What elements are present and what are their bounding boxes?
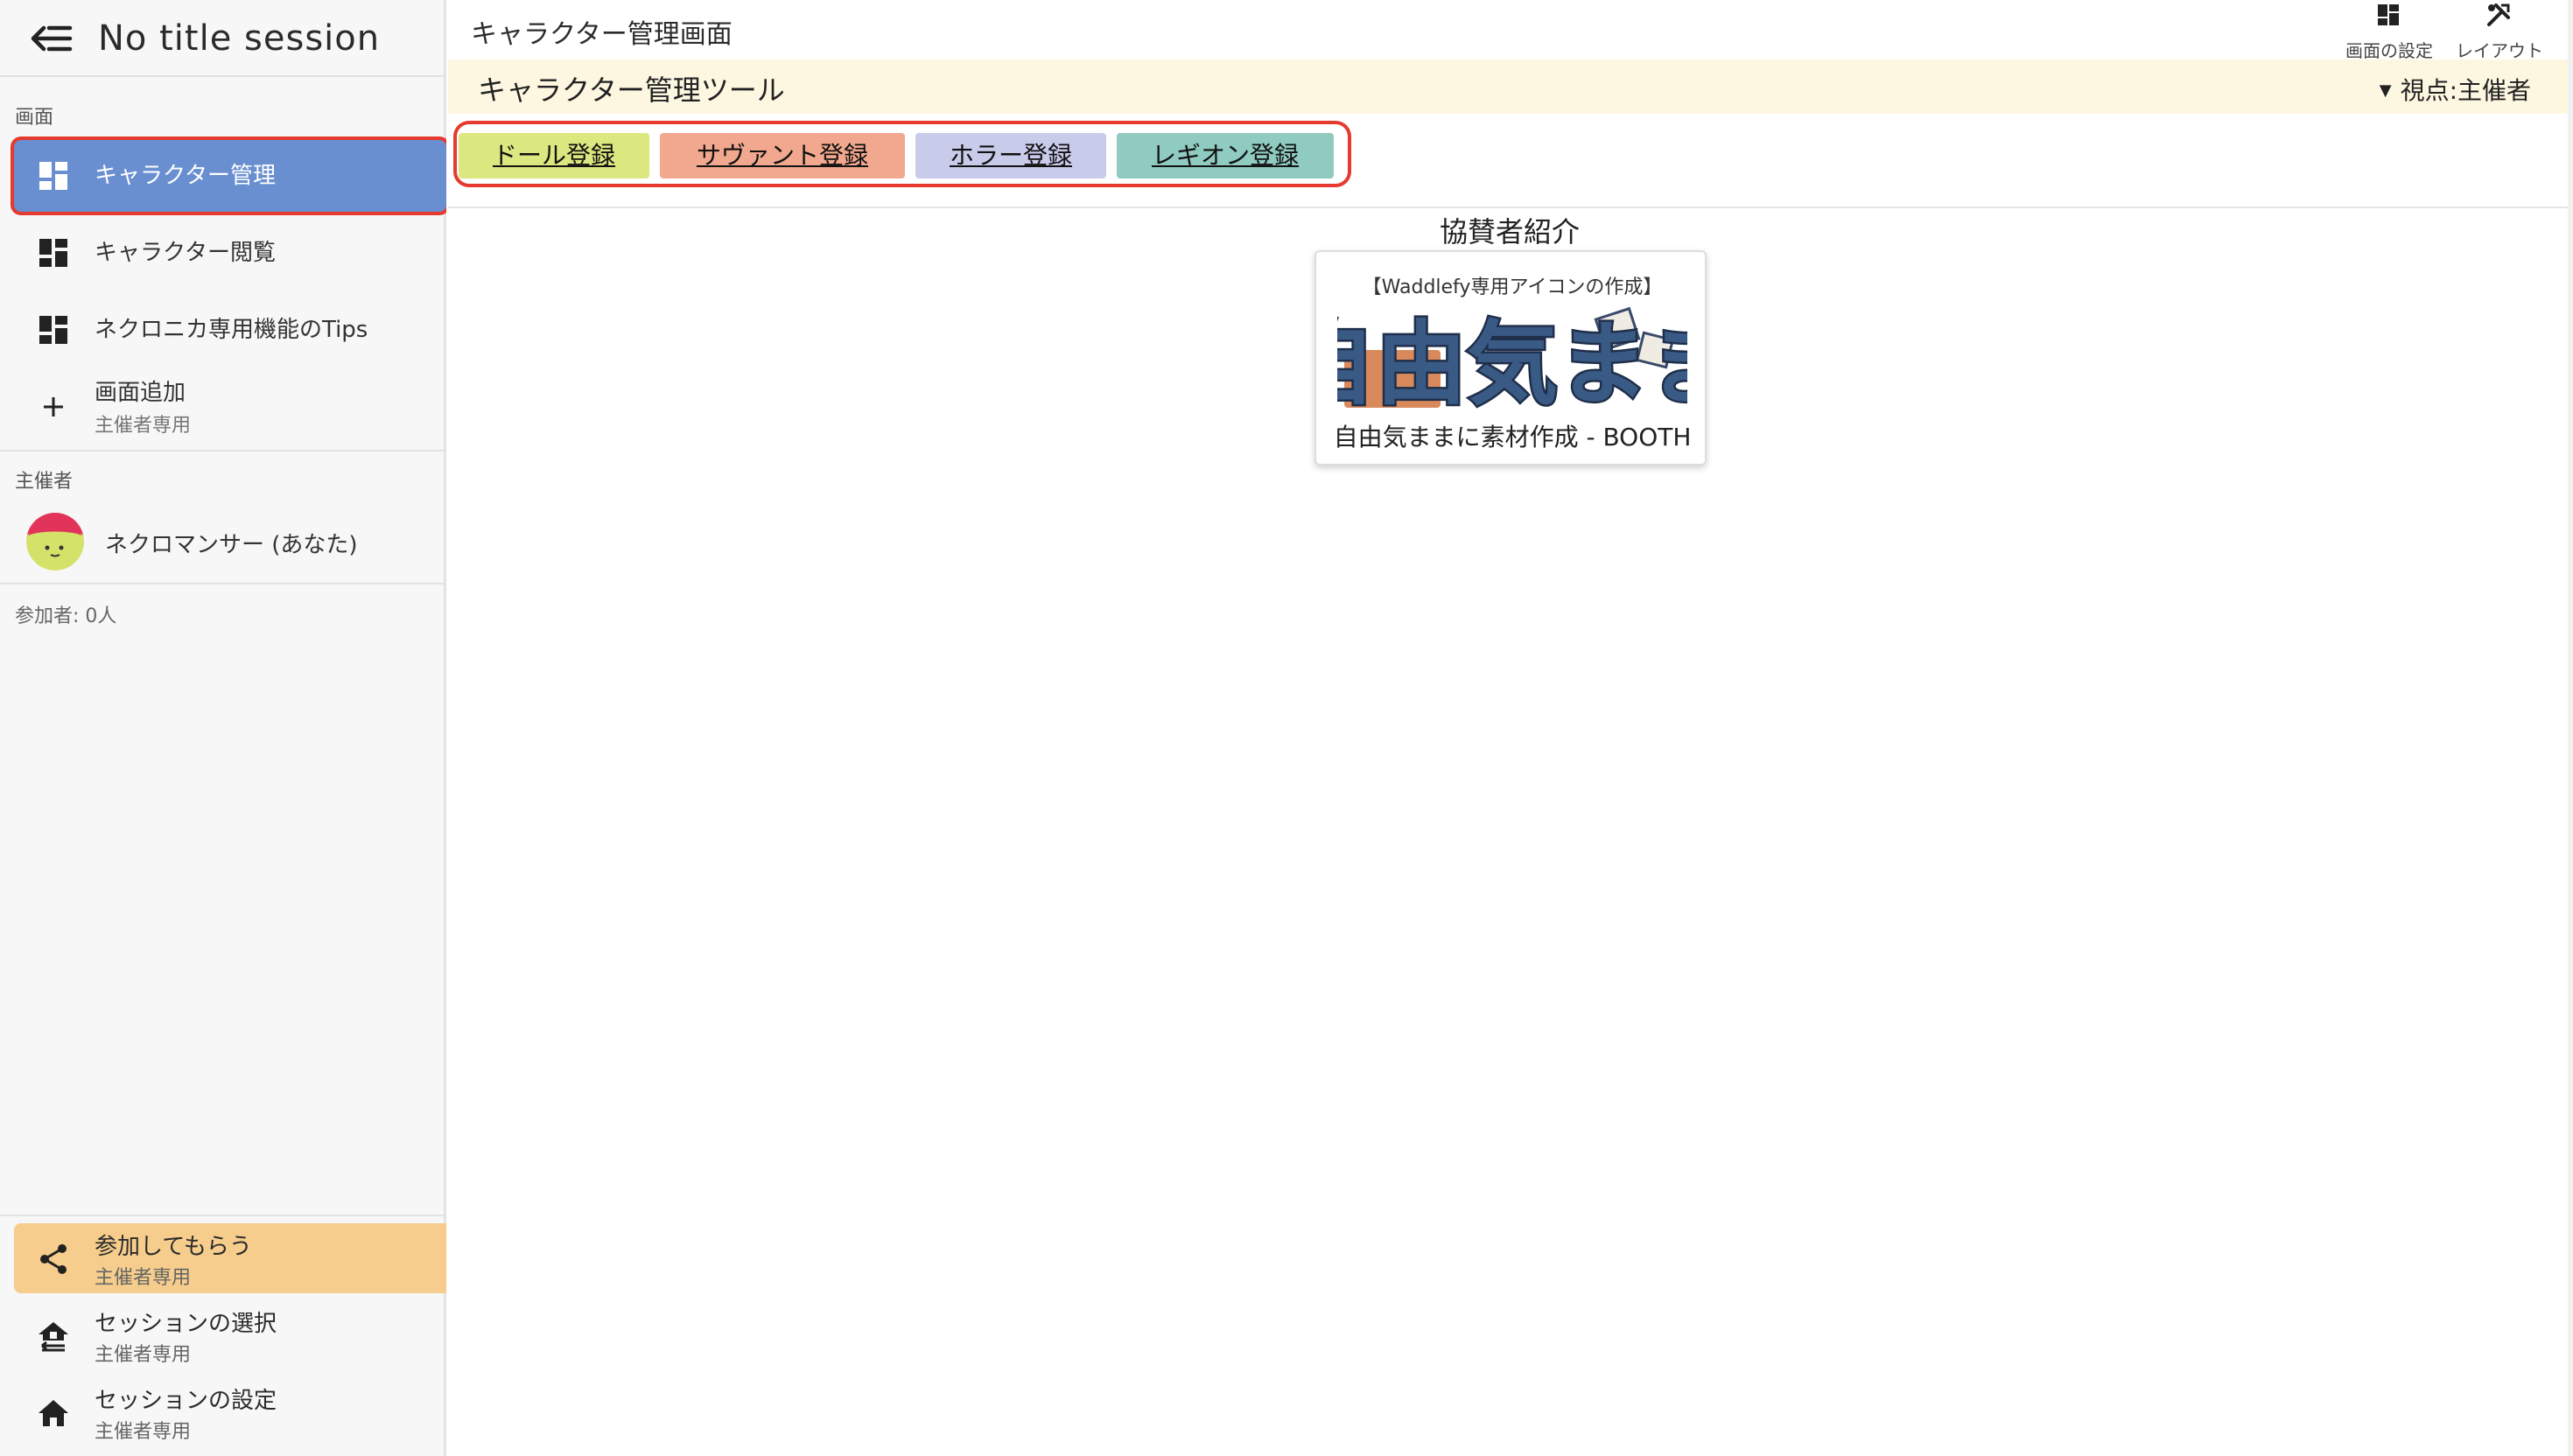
sidebar-header: No title session bbox=[0, 0, 444, 77]
session-settings-button[interactable]: セッションの設定 主催者専用 bbox=[14, 1377, 446, 1447]
sidebar-item-character-browse[interactable]: キャラクター閲覧 bbox=[14, 217, 446, 289]
legion-register-button[interactable]: レギオン登録 bbox=[1117, 133, 1334, 178]
viewpoint-label: 視点:主催者 bbox=[2400, 76, 2531, 105]
session-select-sub: 主催者専用 bbox=[95, 1344, 192, 1366]
layout-label: レイアウト bbox=[2456, 40, 2543, 61]
dashboard-icon bbox=[39, 162, 67, 190]
divider bbox=[0, 583, 444, 584]
main-area: キャラクター管理画面 画面の設定 レイアウト キャラクター管理ツール ▼ 視点:主… bbox=[446, 0, 2573, 1456]
host-item[interactable]: ネクロマンサー (あなた) bbox=[0, 508, 444, 578]
sidebar-item-label: キャラクター閲覧 bbox=[95, 240, 276, 266]
register-button-group: ドール登録 サヴァント登録 ホラー登録 レギオン登録 bbox=[453, 121, 1351, 187]
tool-header: キャラクター管理ツール ▼ 視点:主催者 bbox=[448, 60, 2573, 114]
sponsor-heading: 協賛者紹介 bbox=[1439, 215, 1580, 248]
sponsor-card-caption: 【Waddlefy専用アイコンの作成】 bbox=[1362, 276, 1663, 298]
sponsor-card[interactable]: 【Waddlefy専用アイコンの作成】 自由気まま 自由気ままに素材作成 - B… bbox=[1315, 250, 1707, 466]
invite-sub: 主催者専用 bbox=[95, 1267, 192, 1289]
plus-icon bbox=[44, 397, 63, 416]
sidebar-item-label: キャラクター管理 bbox=[95, 163, 276, 189]
triangle-down-icon: ▼ bbox=[2379, 81, 2392, 100]
sidebar-item-label: ネクロニカ専用機能のTips bbox=[95, 317, 368, 343]
close-drawer-icon[interactable] bbox=[30, 19, 74, 58]
horror-register-button[interactable]: ホラー登録 bbox=[915, 133, 1106, 178]
savant-register-button[interactable]: サヴァント登録 bbox=[660, 133, 905, 178]
house-switch-icon bbox=[39, 1322, 68, 1352]
session-settings-label: セッションの設定 bbox=[95, 1388, 277, 1414]
sidebar: No title session 画面 キャラクター管理 キャラクター閲覧 ネク… bbox=[0, 0, 446, 1456]
divider bbox=[0, 450, 444, 452]
session-title: No title session bbox=[98, 18, 381, 59]
screen-title: キャラクター管理画面 bbox=[471, 19, 733, 50]
add-screen-label: 画面追加 bbox=[95, 380, 186, 406]
host-section-label: 主催者 bbox=[15, 471, 74, 493]
dashboard-icon bbox=[39, 239, 67, 267]
layout-button[interactable]: レイアウト bbox=[2447, 0, 2552, 61]
invite-label: 参加してもらう bbox=[95, 1234, 252, 1260]
share-icon bbox=[40, 1244, 67, 1274]
host-name: ネクロマンサー (あなた) bbox=[105, 532, 358, 558]
session-select-label: セッションの選択 bbox=[95, 1311, 277, 1337]
tools-icon bbox=[2487, 4, 2510, 26]
avatar bbox=[26, 513, 84, 570]
session-settings-sub: 主催者専用 bbox=[95, 1421, 192, 1443]
home-icon bbox=[39, 1400, 68, 1426]
sponsor-card-link-text: 自由気ままに素材作成 - BOOTH bbox=[1333, 423, 1692, 452]
svg-text:自由気まま: 自由気まま bbox=[1337, 311, 1687, 415]
sidebar-item-character-management[interactable]: キャラクター管理 bbox=[14, 140, 446, 212]
divider bbox=[0, 1214, 444, 1216]
sponsor-logo: 自由気まま bbox=[1337, 306, 1687, 415]
add-screen-button[interactable]: 画面追加 主催者専用 bbox=[14, 374, 446, 446]
screen-settings-button[interactable]: 画面の設定 bbox=[2337, 0, 2442, 61]
dashboard-icon bbox=[2378, 4, 2399, 25]
divider bbox=[448, 206, 2573, 208]
invite-button[interactable]: 参加してもらう 主催者専用 bbox=[14, 1223, 446, 1293]
add-screen-sub: 主催者専用 bbox=[95, 415, 192, 437]
screens-section-label: 画面 bbox=[15, 107, 54, 129]
dashboard-icon bbox=[39, 316, 67, 344]
participant-count: 参加者: 0人 bbox=[15, 606, 117, 627]
screen-settings-label: 画面の設定 bbox=[2345, 40, 2433, 61]
doll-register-button[interactable]: ドール登録 bbox=[459, 133, 649, 178]
tool-title: キャラクター管理ツール bbox=[478, 74, 785, 107]
session-select-button[interactable]: セッションの選択 主催者専用 bbox=[14, 1300, 446, 1370]
scrollbar-track[interactable] bbox=[2568, 0, 2573, 1456]
viewpoint-toggle[interactable]: ▼ 視点:主催者 bbox=[2380, 72, 2531, 107]
sidebar-item-necronica-tips[interactable]: ネクロニカ専用機能のTips bbox=[14, 294, 446, 366]
